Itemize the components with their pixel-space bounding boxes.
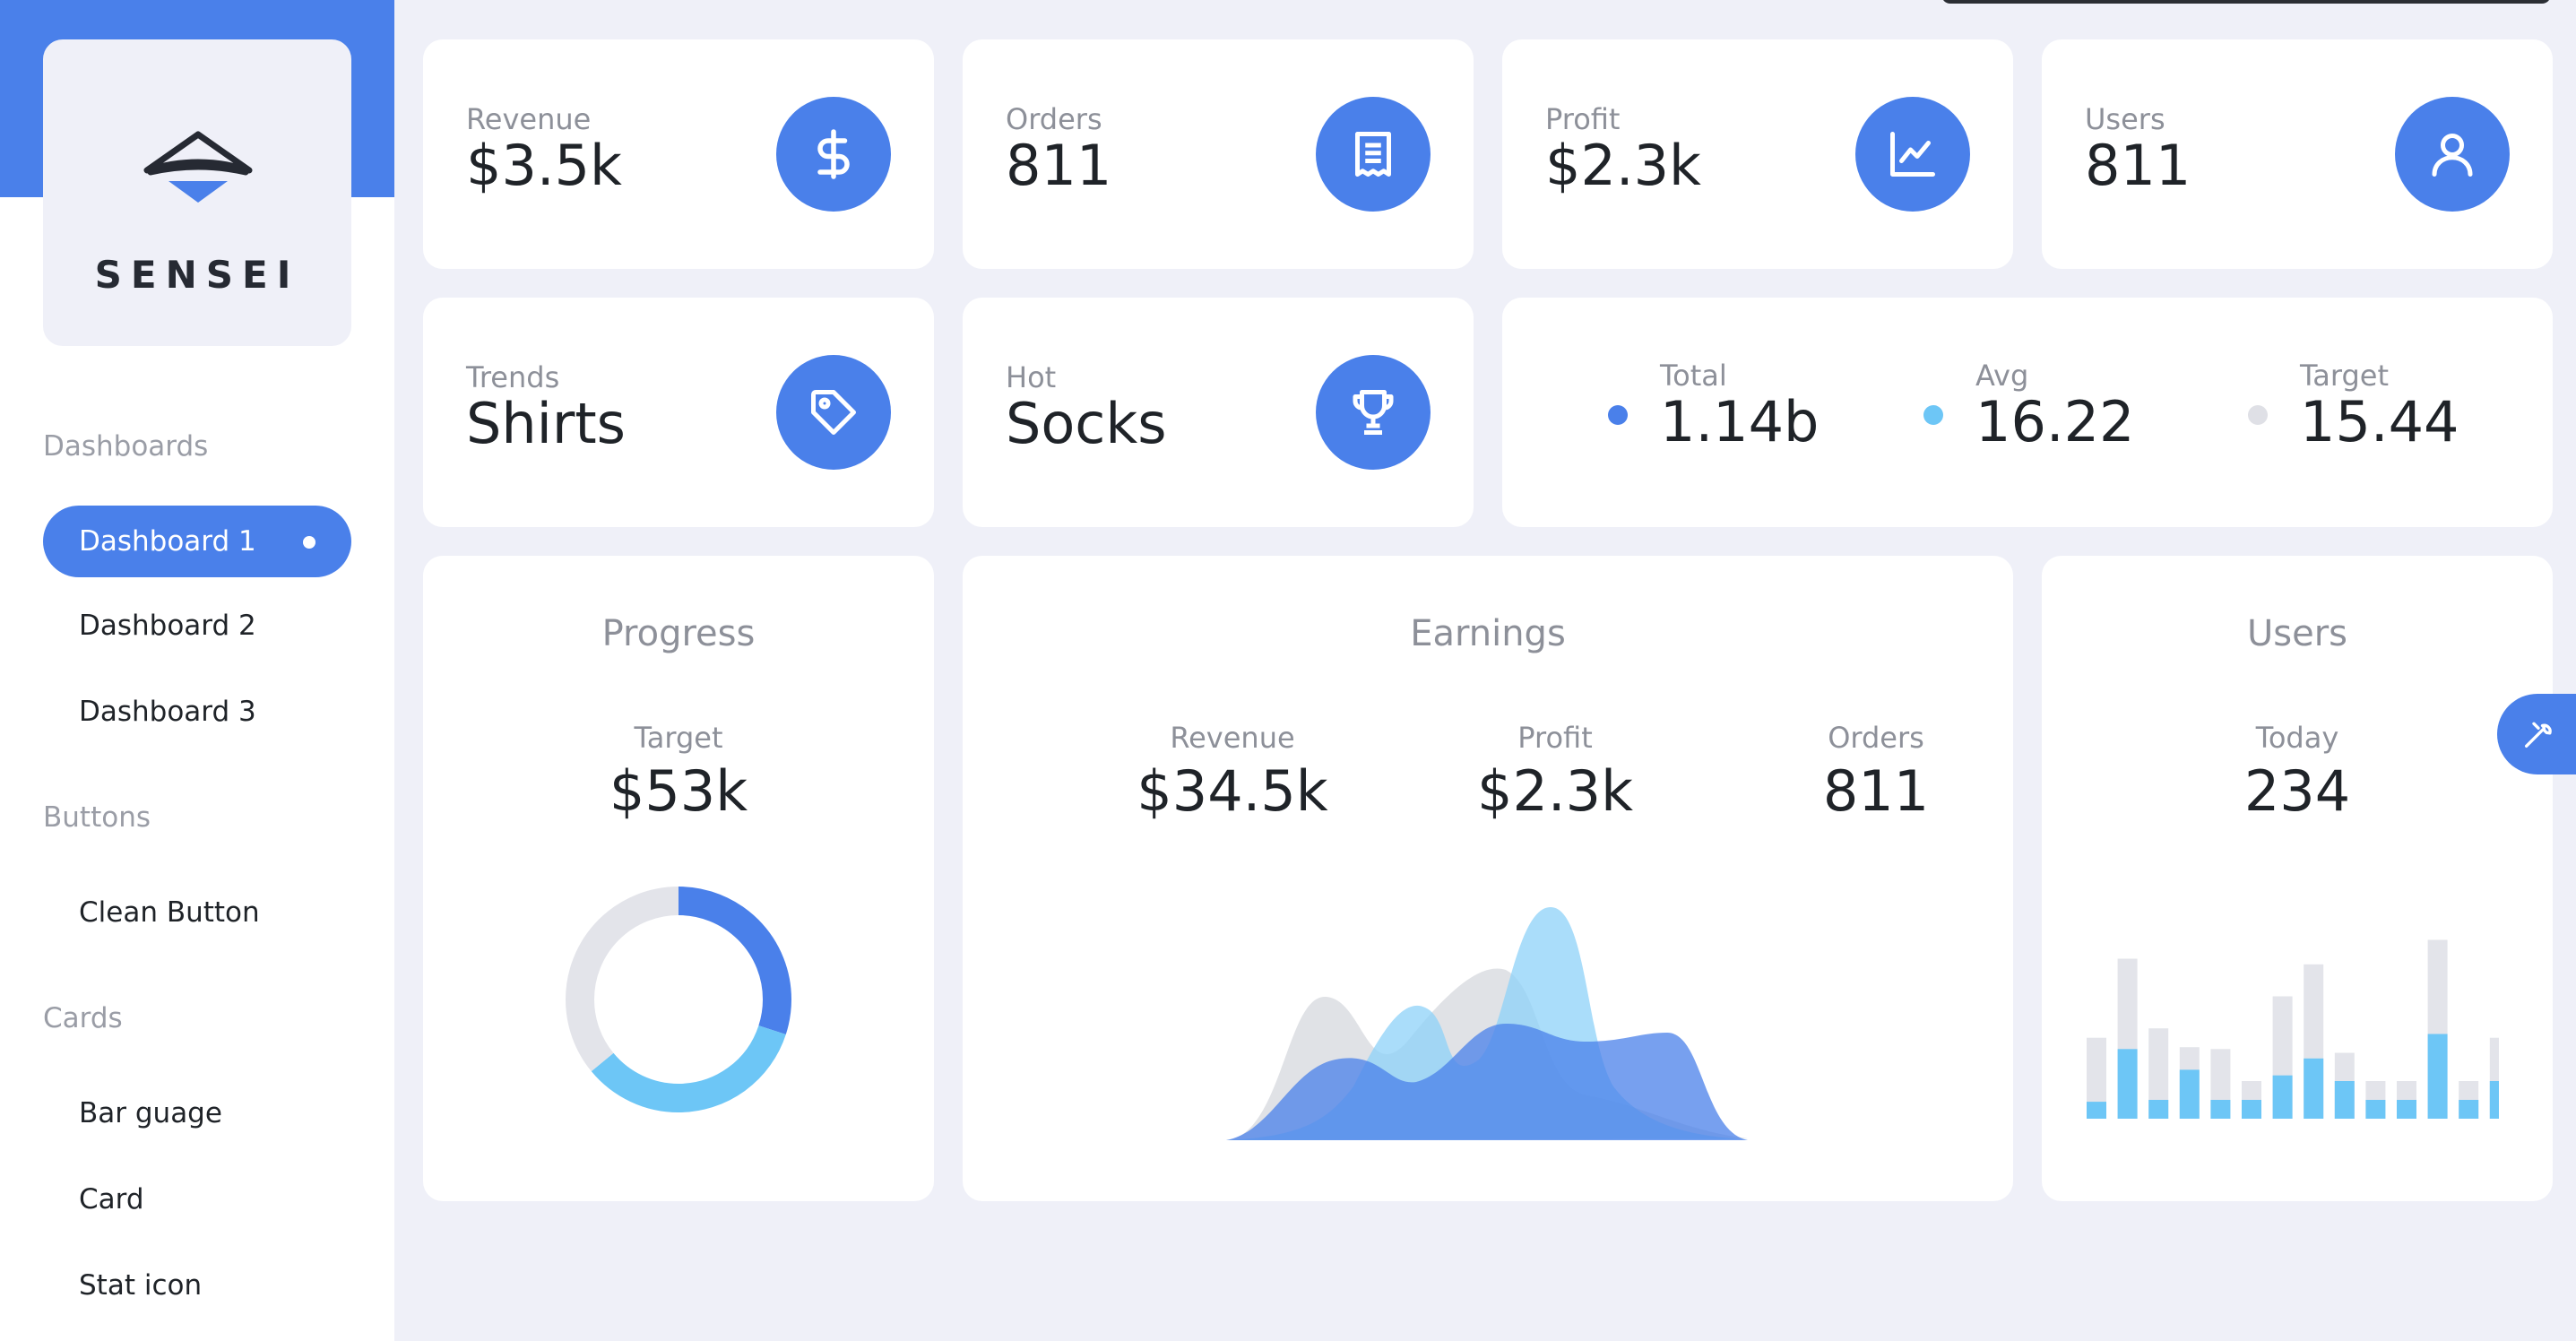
legend-dot-target: [2248, 405, 2268, 425]
sub-value: $53k: [609, 758, 748, 824]
legend-dot-total: [1608, 405, 1628, 425]
sub-label: Today: [2255, 721, 2339, 755]
sub-value: $34.5k: [1137, 758, 1328, 824]
stat-label: Profit: [1545, 102, 1621, 136]
metric-value: 15.44: [2300, 389, 2459, 454]
metric-label: Total: [1660, 359, 1727, 393]
stat-card-orders[interactable]: Orders 811: [963, 39, 1474, 269]
sub-value: 234: [2243, 758, 2351, 824]
user-icon: [2395, 97, 2510, 212]
users-bar-chart: [2087, 939, 2499, 1119]
nav-item-label: Card: [79, 1183, 144, 1216]
sub-label: Profit: [1517, 721, 1593, 755]
stat-label: Users: [2085, 102, 2165, 136]
sub-value: 811: [1822, 758, 1930, 824]
progress-donut-chart: [566, 887, 791, 1112]
bar-value-1: [2087, 1102, 2106, 1119]
trophy-icon: [1316, 355, 1431, 470]
top-window-edge: [1941, 0, 2551, 4]
sub-label: Target: [634, 721, 723, 755]
bar-value-9: [2334, 1081, 2355, 1119]
stat-card-trends[interactable]: Trends Shirts: [423, 298, 934, 527]
nav-item-label: Clean Button: [79, 896, 260, 929]
section-title-cards: Cards: [43, 1002, 123, 1034]
sub-value: $2.3k: [1477, 758, 1633, 824]
bar-value-3: [2148, 1100, 2169, 1119]
nav-item-bar-guage[interactable]: Bar guage: [43, 1077, 351, 1149]
nav-item-label: Stat icon: [79, 1269, 203, 1302]
panel-title: Progress: [601, 613, 756, 654]
active-indicator-dot: [303, 536, 316, 549]
line-chart-icon: [1855, 97, 1970, 212]
legend-dot-avg: [1923, 405, 1943, 425]
earnings-profit: Profit $2.3k: [1371, 721, 1739, 824]
wrench-icon: [2525, 722, 2552, 748]
panel-title: Earnings: [1410, 613, 1566, 654]
sensei-logo-icon: [143, 131, 253, 203]
stat-card-users[interactable]: Users 811: [2042, 39, 2553, 269]
stat-label: Trends: [466, 360, 560, 394]
bar-value-4: [2179, 1069, 2200, 1119]
panel-title: Users: [2246, 613, 2347, 654]
earnings-revenue: Revenue $34.5k: [1049, 721, 1416, 824]
metrics-card[interactable]: Total 1.14b Avg 16.22 Target 15.44: [1502, 298, 2553, 527]
metric-label: Target: [2300, 359, 2389, 393]
settings-float-button[interactable]: [2497, 694, 2576, 774]
nav-item-label: Dashboard 2: [79, 610, 256, 642]
nav-item-card[interactable]: Card: [43, 1164, 351, 1235]
section-title-buttons: Buttons: [43, 801, 151, 834]
stat-label: Revenue: [466, 102, 592, 136]
users-today: Today 234: [2042, 721, 2553, 824]
sub-label: Orders: [1828, 721, 1924, 755]
brand-name: SENSEI: [94, 253, 300, 297]
stat-label: Orders: [1006, 102, 1102, 136]
logo-card[interactable]: SENSEI: [43, 39, 351, 346]
nav-item-dashboard-1[interactable]: Dashboard 1: [43, 506, 351, 577]
bar-value-5: [2210, 1100, 2231, 1119]
bar-value-10: [2365, 1100, 2386, 1119]
metric-value: 1.14b: [1660, 389, 1820, 454]
nav-item-label: Bar guage: [79, 1097, 222, 1129]
stat-value: $3.5k: [466, 133, 622, 198]
stat-label: Hot: [1006, 360, 1057, 394]
bar-value-8: [2304, 1058, 2324, 1119]
tag-icon: [776, 355, 891, 470]
stat-card-revenue[interactable]: Revenue $3.5k: [423, 39, 934, 269]
nav-item-stat-icon[interactable]: Stat icon: [43, 1250, 351, 1321]
earnings-area-chart: [1226, 907, 1748, 1140]
stat-card-profit[interactable]: Profit $2.3k: [1502, 39, 2013, 269]
nav-item-dashboard-2[interactable]: Dashboard 2: [43, 590, 351, 662]
sidebar: SENSEI Dashboards Dashboard 1 Dashboard …: [0, 0, 394, 1341]
sub-label: Revenue: [1170, 721, 1295, 755]
nav-item-dashboard-3[interactable]: Dashboard 3: [43, 676, 351, 748]
nav-item-label: Dashboard 1: [79, 525, 256, 558]
progress-card[interactable]: Progress Target $53k: [423, 556, 934, 1201]
bar-value-14: [2489, 1081, 2499, 1119]
earnings-card[interactable]: Earnings Revenue $34.5k Profit $2.3k Ord…: [963, 556, 2013, 1201]
bar-value-2: [2117, 1049, 2138, 1119]
metric-label: Avg: [1975, 359, 2029, 393]
bar-value-7: [2272, 1075, 2293, 1119]
bar-value-12: [2427, 1034, 2448, 1119]
section-title-dashboards: Dashboards: [43, 430, 209, 463]
bar-value-6: [2242, 1100, 2261, 1119]
stat-value: Shirts: [466, 391, 626, 456]
progress-target: Target $53k: [423, 721, 934, 824]
dollar-icon: [776, 97, 891, 212]
metric-value: 16.22: [1975, 389, 2135, 454]
users-card[interactable]: Users Today 234: [2042, 556, 2553, 1201]
bar-value-11: [2397, 1100, 2416, 1119]
stat-value: 811: [1006, 133, 1112, 198]
receipt-icon: [1316, 97, 1431, 212]
stat-value: 811: [2085, 133, 2191, 198]
stat-value: $2.3k: [1545, 133, 1701, 198]
nav-item-clean-button[interactable]: Clean Button: [43, 877, 351, 948]
bar-value-13: [2459, 1100, 2479, 1119]
stat-value: Socks: [1006, 391, 1167, 456]
nav-item-label: Dashboard 3: [79, 696, 256, 728]
stat-card-hot[interactable]: Hot Socks: [963, 298, 1474, 527]
earnings-orders: Orders 811: [1692, 721, 2060, 824]
